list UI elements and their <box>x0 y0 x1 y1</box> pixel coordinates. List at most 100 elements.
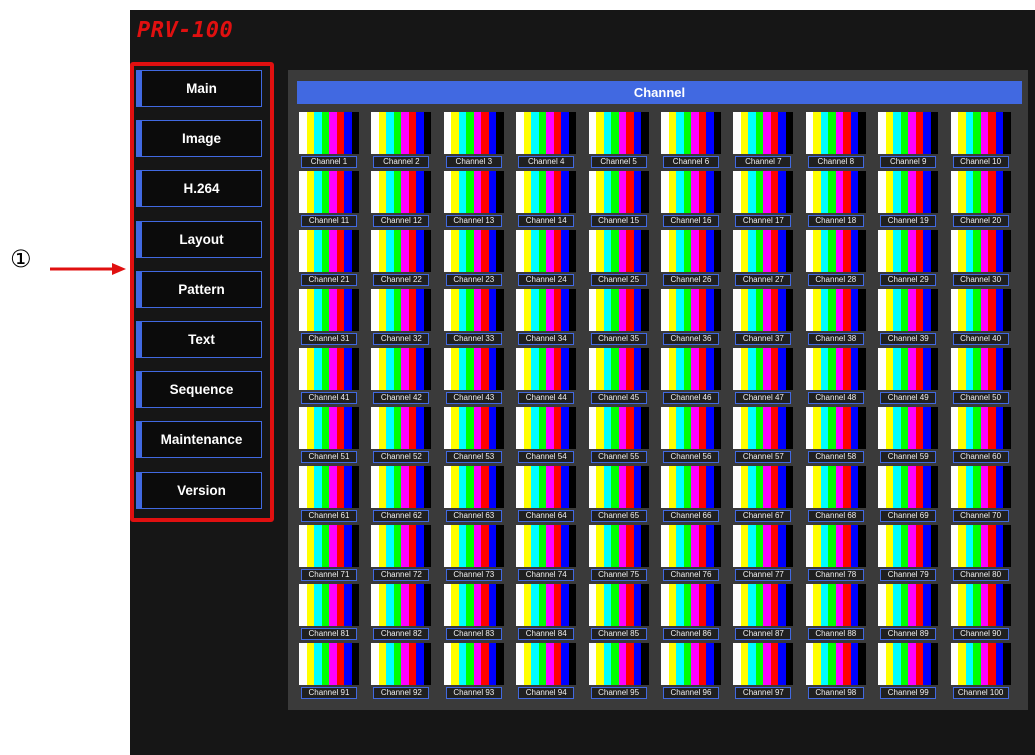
channel-tile[interactable]: Channel 88 <box>805 584 866 641</box>
channel-tile[interactable]: Channel 34 <box>516 289 577 346</box>
channel-tile[interactable]: Channel 80 <box>950 525 1011 582</box>
channel-tile[interactable]: Channel 77 <box>733 525 794 582</box>
channel-tile[interactable]: Channel 8 <box>805 112 866 169</box>
channel-tile[interactable]: Channel 43 <box>443 348 504 405</box>
channel-tile[interactable]: Channel 46 <box>661 348 721 405</box>
channel-tile[interactable]: Channel 4 <box>516 112 577 169</box>
channel-tile[interactable]: Channel 74 <box>516 525 577 582</box>
channel-tile[interactable]: Channel 72 <box>371 525 432 582</box>
channel-tile[interactable]: Channel 35 <box>588 289 649 346</box>
channel-tile[interactable]: Channel 28 <box>805 230 866 287</box>
channel-tile[interactable]: Channel 3 <box>443 112 504 169</box>
menu-sequence-button[interactable]: Sequence <box>136 371 262 409</box>
channel-tile[interactable]: Channel 50 <box>950 348 1011 405</box>
channel-tile[interactable]: Channel 23 <box>443 230 504 287</box>
channel-tile[interactable]: Channel 91 <box>299 643 359 700</box>
channel-tile[interactable]: Channel 64 <box>516 466 577 523</box>
channel-tile[interactable]: Channel 90 <box>950 584 1011 641</box>
menu-h264-button[interactable]: H.264 <box>136 170 262 208</box>
channel-tile[interactable]: Channel 37 <box>733 289 794 346</box>
channel-tile[interactable]: Channel 44 <box>516 348 577 405</box>
menu-pattern-button[interactable]: Pattern <box>136 270 262 308</box>
channel-tile[interactable]: Channel 76 <box>661 525 721 582</box>
channel-tile[interactable]: Channel 5 <box>588 112 649 169</box>
channel-tile[interactable]: Channel 52 <box>371 407 432 464</box>
channel-tile[interactable]: Channel 71 <box>299 525 359 582</box>
channel-tile[interactable]: Channel 60 <box>950 407 1011 464</box>
channel-tile[interactable]: Channel 36 <box>661 289 721 346</box>
channel-tile[interactable]: Channel 96 <box>661 643 721 700</box>
channel-tile[interactable]: Channel 94 <box>516 643 577 700</box>
channel-tile[interactable]: Channel 62 <box>371 466 432 523</box>
channel-tile[interactable]: Channel 12 <box>371 171 432 228</box>
channel-tile[interactable]: Channel 6 <box>661 112 721 169</box>
channel-tile[interactable]: Channel 10 <box>950 112 1011 169</box>
channel-tile[interactable]: Channel 9 <box>878 112 939 169</box>
channel-tile[interactable]: Channel 57 <box>733 407 794 464</box>
channel-tile[interactable]: Channel 31 <box>299 289 359 346</box>
channel-tile[interactable]: Channel 30 <box>950 230 1011 287</box>
channel-tile[interactable]: Channel 70 <box>950 466 1011 523</box>
channel-tile[interactable]: Channel 89 <box>878 584 939 641</box>
channel-tile[interactable]: Channel 33 <box>443 289 504 346</box>
menu-text-button[interactable]: Text <box>136 321 262 358</box>
channel-tile[interactable]: Channel 24 <box>516 230 577 287</box>
channel-tile[interactable]: Channel 83 <box>443 584 504 641</box>
channel-tile[interactable]: Channel 47 <box>733 348 794 405</box>
menu-main-button[interactable]: Main <box>136 70 262 107</box>
channel-tile[interactable]: Channel 86 <box>661 584 721 641</box>
channel-tile[interactable]: Channel 58 <box>805 407 866 464</box>
channel-tile[interactable]: Channel 56 <box>661 407 721 464</box>
channel-tile[interactable]: Channel 82 <box>371 584 432 641</box>
channel-tile[interactable]: Channel 55 <box>588 407 649 464</box>
channel-tile[interactable]: Channel 68 <box>805 466 866 523</box>
channel-tile[interactable]: Channel 15 <box>588 171 649 228</box>
channel-tile[interactable]: Channel 20 <box>950 171 1011 228</box>
channel-tile[interactable]: Channel 73 <box>443 525 504 582</box>
menu-image-button[interactable]: Image <box>136 120 262 158</box>
channel-tile[interactable]: Channel 65 <box>588 466 649 523</box>
channel-tile[interactable]: Channel 29 <box>878 230 939 287</box>
channel-tile[interactable]: Channel 93 <box>443 643 504 700</box>
channel-tile[interactable]: Channel 19 <box>878 171 939 228</box>
channel-tile[interactable]: Channel 22 <box>371 230 432 287</box>
channel-tile[interactable]: Channel 2 <box>371 112 432 169</box>
channel-tile[interactable]: Channel 26 <box>661 230 721 287</box>
channel-tile[interactable]: Channel 67 <box>733 466 794 523</box>
channel-tile[interactable]: Channel 25 <box>588 230 649 287</box>
channel-tile[interactable]: Channel 45 <box>588 348 649 405</box>
channel-tile[interactable]: Channel 75 <box>588 525 649 582</box>
channel-tile[interactable]: Channel 41 <box>299 348 359 405</box>
channel-tile[interactable]: Channel 14 <box>516 171 577 228</box>
channel-tile[interactable]: Channel 16 <box>661 171 721 228</box>
channel-tile[interactable]: Channel 39 <box>878 289 939 346</box>
channel-tile[interactable]: Channel 32 <box>371 289 432 346</box>
channel-tile[interactable]: Channel 54 <box>516 407 577 464</box>
channel-tile[interactable]: Channel 97 <box>733 643 794 700</box>
channel-tile[interactable]: Channel 38 <box>805 289 866 346</box>
channel-tile[interactable]: Channel 51 <box>299 407 359 464</box>
channel-tile[interactable]: Channel 18 <box>805 171 866 228</box>
channel-tile[interactable]: Channel 100 <box>950 643 1011 700</box>
channel-tile[interactable]: Channel 61 <box>299 466 359 523</box>
channel-tile[interactable]: Channel 78 <box>805 525 866 582</box>
channel-tile[interactable]: Channel 99 <box>878 643 939 700</box>
channel-tile[interactable]: Channel 79 <box>878 525 939 582</box>
channel-tile[interactable]: Channel 42 <box>371 348 432 405</box>
channel-tile[interactable]: Channel 40 <box>950 289 1011 346</box>
channel-tile[interactable]: Channel 11 <box>299 171 359 228</box>
channel-tile[interactable]: Channel 63 <box>443 466 504 523</box>
channel-tile[interactable]: Channel 48 <box>805 348 866 405</box>
channel-tile[interactable]: Channel 49 <box>878 348 939 405</box>
channel-tile[interactable]: Channel 66 <box>661 466 721 523</box>
menu-maintenance-button[interactable]: Maintenance <box>136 421 262 459</box>
channel-tile[interactable]: Channel 53 <box>443 407 504 464</box>
channel-tile[interactable]: Channel 84 <box>516 584 577 641</box>
channel-tile[interactable]: Channel 17 <box>733 171 794 228</box>
channel-tile[interactable]: Channel 81 <box>299 584 359 641</box>
channel-tile[interactable]: Channel 27 <box>733 230 794 287</box>
channel-tile[interactable]: Channel 87 <box>733 584 794 641</box>
channel-tile[interactable]: Channel 92 <box>371 643 432 700</box>
channel-tile[interactable]: Channel 69 <box>878 466 939 523</box>
channel-tile[interactable]: Channel 95 <box>588 643 649 700</box>
